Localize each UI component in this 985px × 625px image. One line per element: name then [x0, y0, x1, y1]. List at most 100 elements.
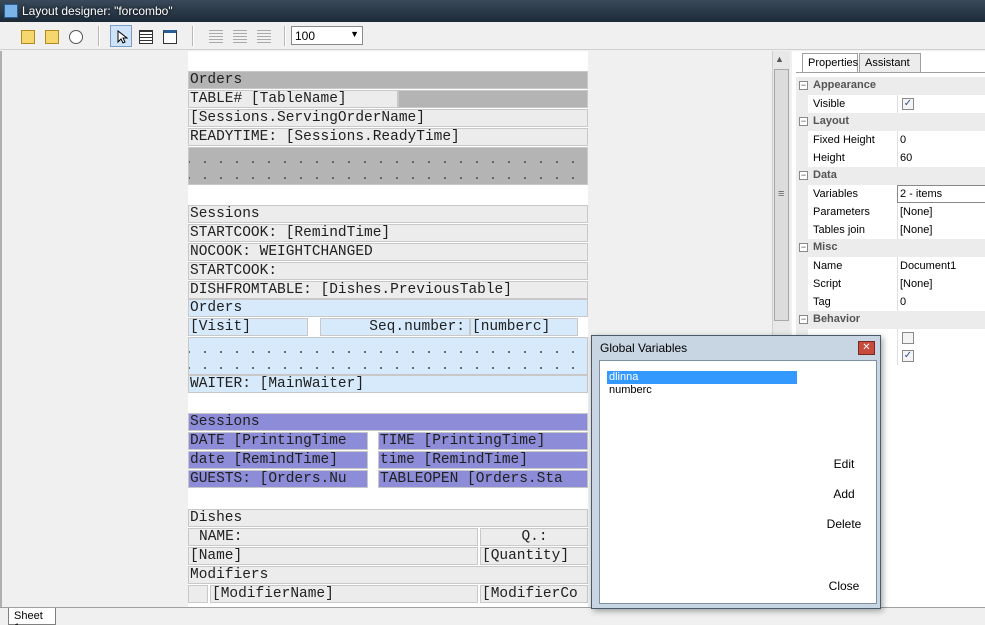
collapse-icon[interactable]: − — [799, 117, 808, 126]
property-value[interactable]: 0 — [900, 296, 906, 308]
text-field[interactable]: [Visit] — [188, 318, 308, 336]
property-fixed-height[interactable]: Fixed Height 0 — [796, 131, 985, 149]
band-title[interactable]: Orders — [188, 299, 588, 317]
edit-button[interactable]: Edit — [814, 457, 874, 475]
property-parameters[interactable]: Parameters [None] — [796, 203, 985, 221]
text-object-button[interactable] — [134, 25, 156, 47]
column-header[interactable]: NAME: — [188, 528, 478, 546]
band-title[interactable]: Sessions — [188, 205, 588, 223]
category-label: Appearance — [813, 79, 876, 91]
property-name-row[interactable]: Name Document1 — [796, 257, 985, 275]
text-field[interactable]: TIME [PrintingTime] — [378, 432, 588, 450]
property-visible[interactable]: Visible ✓ — [796, 95, 985, 113]
text-field[interactable]: DISHFROMTABLE: [Dishes.PreviousTable] — [188, 281, 588, 299]
list-item[interactable]: numberc — [607, 384, 797, 397]
empty-field[interactable] — [188, 585, 208, 603]
chevron-down-icon: ▼ — [350, 29, 359, 39]
property-value[interactable]: [None] — [900, 206, 932, 218]
close-icon[interactable]: ✕ — [858, 341, 875, 355]
scroll-up-icon[interactable]: ▲ — [775, 54, 784, 64]
text-field[interactable]: [Sessions.ServingOrderName] — [188, 109, 588, 127]
zoom-select[interactable]: 100 ▼ — [291, 26, 363, 45]
property-tables-join[interactable]: Tables join [None] — [796, 221, 985, 239]
band-sessions[interactable]: Sessions STARTCOOK: [RemindTime] NOCOOK:… — [188, 205, 588, 299]
select-tool-button[interactable] — [110, 25, 132, 47]
text-field[interactable]: DATE [PrintingTime — [188, 432, 368, 450]
delete-button[interactable]: Delete — [814, 517, 874, 535]
category-appearance[interactable]: − Appearance — [796, 77, 985, 95]
property-value[interactable]: 60 — [900, 152, 912, 164]
tab-sheet-1[interactable]: Sheet 1 — [8, 608, 56, 625]
text-field[interactable]: TABLEOPEN [Orders.Sta — [378, 470, 588, 488]
band-object-button[interactable] — [158, 25, 180, 47]
text-field[interactable]: time [RemindTime] — [378, 451, 588, 469]
property-value[interactable]: 2 - items — [897, 185, 985, 203]
open-button[interactable] — [16, 25, 38, 47]
column-divider — [897, 257, 898, 275]
band-title[interactable]: Sessions — [188, 413, 588, 431]
column-header[interactable]: Q.: — [480, 528, 588, 546]
list-item[interactable]: dlinna — [607, 371, 797, 384]
category-behavior[interactable]: − Behavior — [796, 311, 985, 329]
empty-band-area[interactable] — [188, 147, 588, 185]
band-sessions-footer[interactable]: Sessions DATE [PrintingTime TIME [Printi… — [188, 413, 588, 489]
property-tag[interactable]: Tag 0 — [796, 293, 985, 311]
property-value[interactable]: 0 — [900, 134, 906, 146]
property-value[interactable]: [None] — [900, 224, 932, 236]
collapse-icon[interactable]: − — [799, 171, 808, 180]
band-orders[interactable]: Orders [Visit] Seq.number: [numberc] WAI… — [188, 299, 588, 393]
preview-button[interactable] — [64, 25, 86, 47]
property-script[interactable]: Script [None] — [796, 275, 985, 293]
band-orders-header[interactable]: Orders TABLE# [TableName] [Sessions.Serv… — [188, 71, 588, 185]
close-button[interactable]: Close — [814, 579, 874, 597]
category-data[interactable]: − Data — [796, 167, 985, 185]
empty-field[interactable] — [398, 90, 588, 108]
visible-checkbox[interactable]: ✓ — [902, 98, 914, 110]
text-field[interactable]: STARTCOOK: — [188, 262, 588, 280]
scrollbar-thumb[interactable]: ≡ — [774, 69, 789, 321]
band-title[interactable]: Modifiers — [188, 566, 588, 584]
text-field[interactable]: [ModifierCo — [480, 585, 588, 603]
collapse-icon[interactable]: − — [799, 81, 808, 90]
empty-band-area[interactable] — [188, 337, 588, 375]
category-label: Layout — [813, 115, 850, 127]
category-label: Misc — [813, 241, 838, 253]
add-button[interactable]: Add — [814, 487, 874, 505]
behavior-checkbox[interactable]: ✓ — [902, 350, 914, 362]
text-field[interactable]: READYTIME: [Sessions.ReadyTime] — [188, 128, 588, 146]
property-value[interactable]: [None] — [900, 278, 932, 290]
band-title[interactable]: Orders — [188, 71, 588, 89]
collapse-icon[interactable]: − — [799, 243, 808, 252]
align-right-button[interactable] — [252, 25, 274, 47]
text-field[interactable]: [ModifierName] — [210, 585, 478, 603]
align-center-button[interactable] — [228, 25, 250, 47]
text-field[interactable]: TABLE# [TableName] — [188, 90, 398, 108]
text-field[interactable]: STARTCOOK: [RemindTime] — [188, 224, 588, 242]
band-title[interactable]: Dishes — [188, 509, 588, 527]
text-field[interactable]: [Name] — [188, 547, 478, 565]
text-field[interactable]: WAITER: [MainWaiter] — [188, 375, 588, 393]
column-divider — [897, 347, 898, 365]
behavior-checkbox[interactable] — [902, 332, 914, 344]
text-field[interactable]: date [RemindTime] — [188, 451, 368, 469]
text-field[interactable]: [Quantity] — [480, 547, 588, 565]
align-left-button[interactable] — [204, 25, 226, 47]
property-variables[interactable]: Variables 2 - items — [796, 185, 985, 203]
band-modifiers[interactable]: Modifiers [ModifierName] [ModifierCo — [188, 566, 588, 604]
text-field[interactable]: NOCOOK: WEIGHTCHANGED — [188, 243, 588, 261]
property-height[interactable]: Height 60 — [796, 149, 985, 167]
text-field[interactable]: GUESTS: [Orders.Nu — [188, 470, 368, 488]
text-field[interactable]: [numberc] — [470, 318, 578, 336]
save-icon — [45, 30, 59, 44]
collapse-icon[interactable]: − — [799, 315, 808, 324]
text-field[interactable]: Seq.number: — [320, 318, 470, 336]
property-value[interactable]: Document1 — [900, 260, 956, 272]
report-page[interactable]: Orders TABLE# [TableName] [Sessions.Serv… — [188, 51, 588, 607]
tab-properties[interactable]: Properties — [802, 53, 858, 73]
tab-assistant[interactable]: Assistant — [859, 53, 921, 72]
category-misc[interactable]: − Misc — [796, 239, 985, 257]
variables-list[interactable]: dlinna numberc — [604, 365, 800, 601]
category-layout[interactable]: − Layout — [796, 113, 985, 131]
save-button[interactable] — [40, 25, 62, 47]
band-dishes[interactable]: Dishes NAME: Q.: [Name] [Quantity] — [188, 509, 588, 566]
